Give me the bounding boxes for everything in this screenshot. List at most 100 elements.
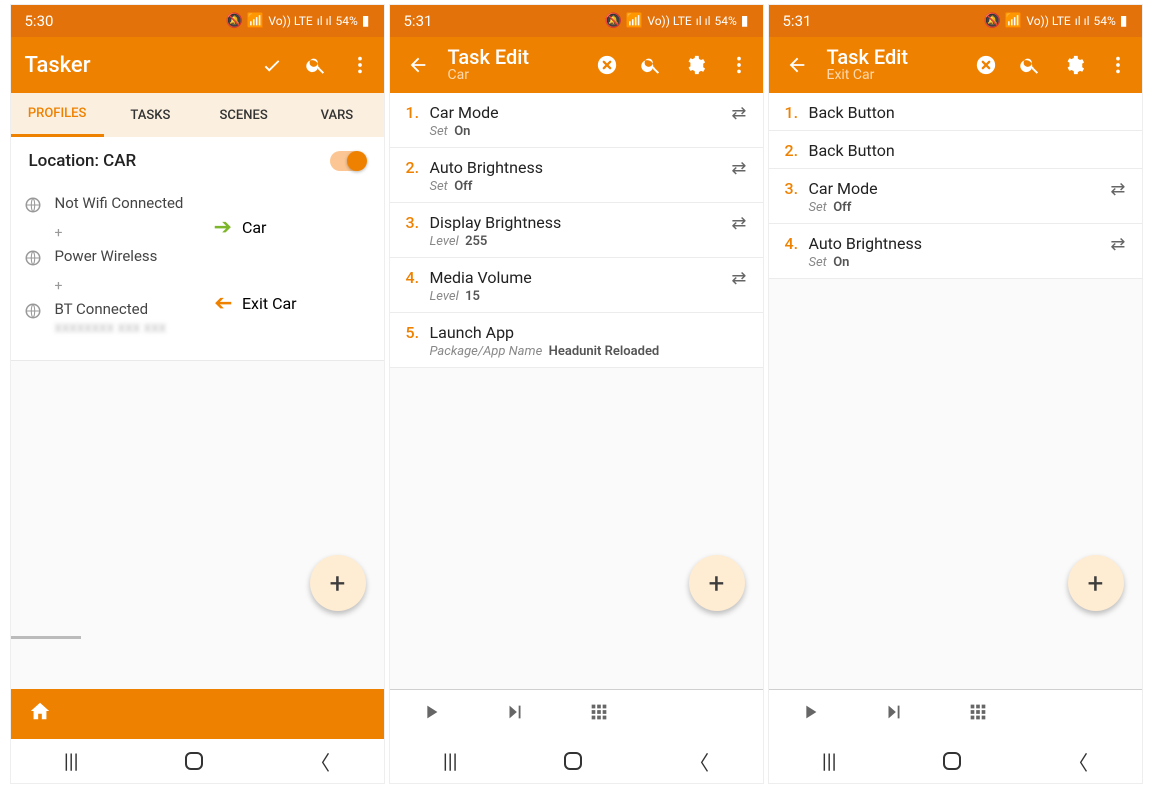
home-icon[interactable] bbox=[29, 700, 51, 728]
action-row[interactable]: 1. Back Button bbox=[769, 93, 1142, 131]
android-nav-bar: ||| 〈 bbox=[11, 739, 384, 783]
overflow-menu-button[interactable] bbox=[725, 51, 753, 79]
grid-icon[interactable] bbox=[967, 701, 989, 728]
battery-icon: ▮ bbox=[741, 14, 749, 28]
home-button[interactable] bbox=[564, 752, 582, 770]
home-button[interactable] bbox=[943, 752, 961, 770]
action-number: 3. bbox=[406, 213, 430, 232]
search-button[interactable] bbox=[1016, 51, 1044, 79]
app-bar: Task Edit Exit Car bbox=[769, 37, 1142, 93]
arrow-left-icon: ➔ bbox=[214, 291, 232, 316]
screen-profiles: 5:30 🔕 📶 Vo)) LTE ıl ıl 54% ▮ Tasker PRO… bbox=[10, 4, 385, 784]
home-bar bbox=[11, 689, 384, 739]
action-sub: Set Off bbox=[809, 200, 1105, 215]
action-sub: Set Off bbox=[430, 179, 726, 194]
status-time: 5:30 bbox=[25, 12, 54, 30]
context-item[interactable]: BT Connected xxxxxxxx xxx xxx bbox=[21, 295, 214, 343]
battery-icon: ▮ bbox=[1120, 14, 1128, 28]
context-label: BT Connected xxxxxxxx xxx xxx bbox=[55, 300, 167, 338]
overflow-menu-button[interactable] bbox=[346, 51, 374, 79]
globe-icon bbox=[21, 194, 45, 219]
status-indicators: 🔕 📶 Vo)) LTE ıl ıl 54% ▮ bbox=[604, 14, 748, 28]
exit-task[interactable]: ➔ Exit Car bbox=[214, 291, 374, 316]
task-tools-bar bbox=[769, 689, 1142, 739]
app-subtitle: Car bbox=[448, 68, 530, 83]
recents-button[interactable]: ||| bbox=[822, 749, 837, 773]
mute-icon: 🔕 bbox=[604, 14, 621, 28]
context-plus: + bbox=[21, 277, 214, 295]
profile-toggle[interactable] bbox=[330, 151, 366, 171]
back-button[interactable]: 〈 bbox=[1068, 747, 1088, 776]
tabs-bar: PROFILES TASKS SCENES VARS bbox=[11, 93, 384, 137]
profile-body: Not Wifi Connected + Power Wireless + BT… bbox=[11, 183, 384, 361]
swap-icon: ⇄ bbox=[725, 213, 746, 234]
action-number: 1. bbox=[406, 103, 430, 122]
home-button[interactable] bbox=[185, 752, 203, 770]
action-title: Car Mode bbox=[809, 179, 1105, 198]
wifi-icon: 📶 bbox=[247, 14, 264, 28]
settings-button[interactable] bbox=[1060, 51, 1088, 79]
action-row[interactable]: 2. Auto Brightness Set Off ⇄ bbox=[390, 148, 763, 203]
status-time: 5:31 bbox=[783, 12, 812, 30]
back-button[interactable]: 〈 bbox=[310, 747, 330, 776]
exit-task-label: Exit Car bbox=[242, 294, 297, 313]
action-sub: Set On bbox=[430, 124, 726, 139]
context-item[interactable]: Power Wireless bbox=[21, 242, 214, 277]
step-button[interactable] bbox=[504, 701, 526, 728]
clear-button[interactable] bbox=[972, 51, 1000, 79]
app-bar: Tasker bbox=[11, 37, 384, 93]
play-button[interactable] bbox=[420, 701, 442, 728]
search-button[interactable] bbox=[637, 51, 665, 79]
back-arrow-button[interactable] bbox=[783, 51, 811, 79]
status-bar: 5:30 🔕 📶 Vo)) LTE ıl ıl 54% ▮ bbox=[11, 5, 384, 37]
enter-task[interactable]: ➔ Car bbox=[214, 215, 374, 240]
globe-icon bbox=[21, 300, 45, 325]
context-item[interactable]: Not Wifi Connected bbox=[21, 189, 214, 224]
action-title: Auto Brightness bbox=[430, 158, 726, 177]
swap-icon: ⇄ bbox=[1104, 179, 1125, 200]
context-label: Not Wifi Connected bbox=[55, 194, 184, 213]
recents-button[interactable]: ||| bbox=[64, 749, 79, 773]
battery-label: 54% bbox=[336, 14, 358, 28]
overflow-menu-button[interactable] bbox=[1104, 51, 1132, 79]
swap-icon: ⇄ bbox=[725, 268, 746, 289]
back-arrow-button[interactable] bbox=[404, 51, 432, 79]
swap-icon: ⇄ bbox=[725, 158, 746, 179]
accept-button[interactable] bbox=[258, 51, 286, 79]
action-title: Auto Brightness bbox=[809, 234, 1105, 253]
recents-button[interactable]: ||| bbox=[443, 749, 458, 773]
action-title: Car Mode bbox=[430, 103, 726, 122]
scroll-indicator bbox=[11, 636, 81, 639]
tab-scenes[interactable]: SCENES bbox=[197, 93, 290, 137]
grid-icon[interactable] bbox=[588, 701, 610, 728]
action-title: Display Brightness bbox=[430, 213, 726, 232]
wifi-icon: 📶 bbox=[626, 14, 643, 28]
tab-profiles[interactable]: PROFILES bbox=[11, 93, 104, 137]
settings-button[interactable] bbox=[681, 51, 709, 79]
step-button[interactable] bbox=[883, 701, 905, 728]
battery-icon: ▮ bbox=[362, 14, 370, 28]
fab-add-button[interactable]: + bbox=[1068, 555, 1124, 611]
action-row[interactable]: 5. Launch App Package/App Name Headunit … bbox=[390, 313, 763, 368]
back-button[interactable]: 〈 bbox=[689, 747, 709, 776]
fab-add-button[interactable]: + bbox=[310, 555, 366, 611]
tab-tasks[interactable]: TASKS bbox=[104, 93, 197, 137]
profile-header[interactable]: Location: CAR bbox=[11, 137, 384, 183]
app-bar: Task Edit Car bbox=[390, 37, 763, 93]
action-row[interactable]: 4. Media Volume Level 15 ⇄ bbox=[390, 258, 763, 313]
clear-button[interactable] bbox=[593, 51, 621, 79]
action-row[interactable]: 2. Back Button bbox=[769, 131, 1142, 169]
play-button[interactable] bbox=[799, 701, 821, 728]
action-row[interactable]: 1. Car Mode Set On ⇄ bbox=[390, 93, 763, 148]
search-button[interactable] bbox=[302, 51, 330, 79]
swap-icon: ⇄ bbox=[1104, 234, 1125, 255]
tab-vars[interactable]: VARS bbox=[290, 93, 383, 137]
action-row[interactable]: 3. Display Brightness Level 255 ⇄ bbox=[390, 203, 763, 258]
action-row[interactable]: 4. Auto Brightness Set On ⇄ bbox=[769, 224, 1142, 279]
profile-name: Location: CAR bbox=[29, 151, 137, 171]
action-row[interactable]: 3. Car Mode Set Off ⇄ bbox=[769, 169, 1142, 224]
fab-add-button[interactable]: + bbox=[689, 555, 745, 611]
screen-task-car: 5:31 🔕 📶 Vo)) LTE ıl ıl 54% ▮ Task Edit … bbox=[389, 4, 764, 784]
globe-icon bbox=[21, 247, 45, 272]
action-title: Launch App bbox=[430, 323, 747, 342]
